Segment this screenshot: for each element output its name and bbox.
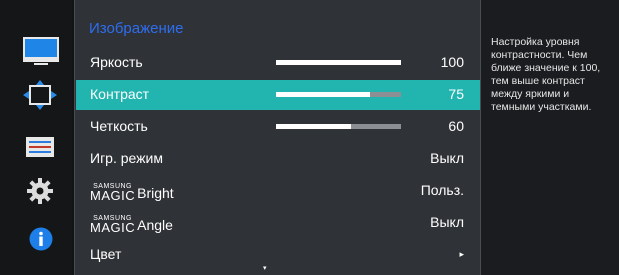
menu-item-label-text: Angle bbox=[137, 217, 173, 233]
menu-item-label: Цвет bbox=[90, 246, 122, 262]
menu-item-label: SAMSUNG MAGIC Bright bbox=[90, 182, 174, 203]
menu-item-value: Выкл bbox=[430, 214, 464, 230]
help-text: Настройка уровня контрастности. Чем ближ… bbox=[491, 36, 601, 113]
slider-fill bbox=[276, 60, 401, 65]
menu-item-magic-bright[interactable]: SAMSUNG MAGIC Bright Польз. bbox=[76, 176, 480, 206]
menu-item-value: 100 bbox=[440, 54, 464, 70]
brightness-slider[interactable] bbox=[276, 60, 401, 65]
menu-item-value: Выкл bbox=[430, 150, 464, 166]
menu-item-value: Польз. bbox=[420, 182, 464, 198]
sidebar bbox=[0, 0, 72, 275]
gear-icon[interactable] bbox=[27, 178, 53, 204]
move-arrows-icon[interactable] bbox=[22, 80, 58, 110]
scroll-down-icon[interactable]: ▾ bbox=[263, 264, 267, 272]
layers-icon[interactable] bbox=[25, 136, 55, 158]
brand-large-text: MAGIC bbox=[90, 220, 136, 235]
menu-item-game-mode[interactable]: Игр. режим Выкл bbox=[76, 144, 480, 174]
menu-title: Изображение bbox=[89, 20, 184, 37]
menu-item-value: 75 bbox=[448, 86, 464, 102]
monitor-icon[interactable] bbox=[21, 36, 61, 68]
osd-menu-panel: Изображение Яркость 100 Контраст 75 Четк… bbox=[74, 0, 481, 275]
menu-item-value: 60 bbox=[448, 118, 464, 134]
magic-brand-logo: SAMSUNG MAGIC bbox=[90, 214, 136, 235]
menu-item-contrast[interactable]: Контраст 75 bbox=[76, 80, 480, 110]
contrast-slider[interactable] bbox=[276, 92, 401, 97]
menu-item-color[interactable]: Цвет ▸ bbox=[76, 240, 480, 270]
menu-item-label: SAMSUNG MAGIC Angle bbox=[90, 214, 173, 235]
menu-item-label: Яркость bbox=[90, 54, 143, 70]
menu-item-brightness[interactable]: Яркость 100 bbox=[76, 48, 480, 78]
menu-item-label: Четкость bbox=[90, 118, 148, 134]
magic-brand-logo: SAMSUNG MAGIC bbox=[90, 182, 136, 203]
menu-item-label: Игр. режим bbox=[90, 150, 163, 166]
sharpness-slider[interactable] bbox=[276, 124, 401, 129]
menu-item-magic-angle[interactable]: SAMSUNG MAGIC Angle Выкл bbox=[76, 208, 480, 238]
menu-item-sharpness[interactable]: Четкость 60 bbox=[76, 112, 480, 142]
brand-large-text: MAGIC bbox=[90, 188, 136, 203]
slider-fill bbox=[276, 124, 351, 129]
submenu-arrow-icon: ▸ bbox=[459, 249, 464, 259]
help-panel: Настройка уровня контрастности. Чем ближ… bbox=[481, 0, 619, 275]
slider-fill bbox=[276, 92, 370, 97]
menu-item-label: Контраст bbox=[90, 86, 150, 102]
menu-item-label-text: Bright bbox=[137, 185, 174, 201]
info-icon[interactable] bbox=[29, 227, 53, 251]
osd-screen: Изображение Яркость 100 Контраст 75 Четк… bbox=[0, 0, 619, 275]
